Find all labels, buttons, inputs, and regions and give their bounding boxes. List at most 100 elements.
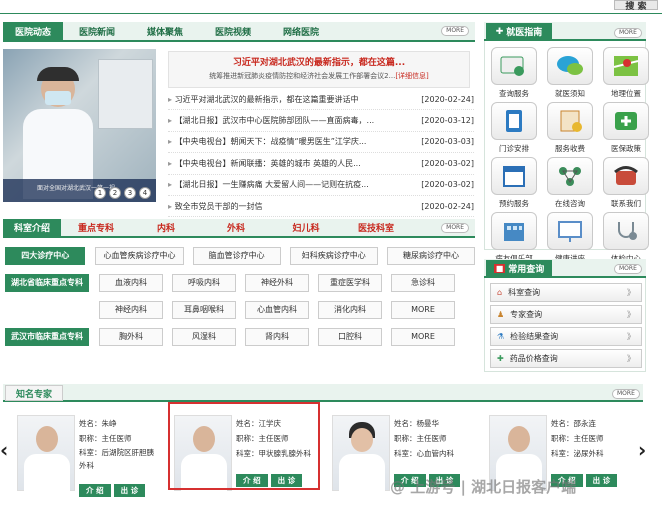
guide-item-location[interactable]: 地理位置 xyxy=(600,47,652,99)
guide-item-checkup[interactable]: 体检中心 xyxy=(600,212,652,264)
headline-title[interactable]: 习近平对湖北武汉的最新指示，都在这篇... xyxy=(168,55,470,68)
dept-button[interactable]: 妇科疾病诊疗中心 xyxy=(289,246,378,265)
news-date: [2020-02-24] xyxy=(421,94,474,104)
chevron-right-icon: 》 xyxy=(627,332,635,341)
tab-medical-tech[interactable]: 医技科室 xyxy=(341,219,411,236)
dept-button[interactable]: 耳鼻咽喉科 xyxy=(172,300,236,319)
guide-item-notice[interactable]: 就医须知 xyxy=(544,47,596,99)
tab-media-focus[interactable]: 媒体聚焦 xyxy=(131,22,199,40)
dept-more-button[interactable]: MORE xyxy=(391,300,455,319)
dept-more-button[interactable]: MORE xyxy=(441,222,469,233)
dept-row-label: 武汉市临床重点专科 xyxy=(5,327,89,346)
guide-item-outpatient[interactable]: 门诊安排 xyxy=(488,102,540,154)
expert-card[interactable]: 姓名：朱峥 职称：主任医师 科室：后湖院区肝胆胰外科 介 绍出 诊 xyxy=(15,412,163,502)
dept-button[interactable]: 心血管疾病诊疗中心 xyxy=(95,246,184,265)
slide-1-button[interactable]: 1 xyxy=(94,187,106,199)
news-item[interactable]: ▸ 【中央电视台】朝闻天下：战疫情“暖男医生”江学庆... [2020-03-03… xyxy=(168,132,474,154)
dept-button[interactable]: 血液内科 xyxy=(99,273,163,292)
dept-button[interactable]: 风湿科 xyxy=(172,327,236,346)
dept-button[interactable]: 神经外科 xyxy=(245,273,309,292)
tab-online-hospital[interactable]: 网络医院 xyxy=(267,22,335,40)
search-button[interactable]: 搜 索 xyxy=(614,0,658,12)
dept-button[interactable]: 肾内科 xyxy=(245,327,309,346)
dept-button[interactable]: 心血管内科 xyxy=(245,300,309,319)
guide-item-query[interactable]: 查询服务 xyxy=(488,47,540,99)
guide-more-button[interactable]: MORE xyxy=(614,28,642,38)
query-more-button[interactable]: MORE xyxy=(614,264,642,274)
intro-button[interactable]: 介 绍 xyxy=(79,484,111,497)
notice-bubble-icon xyxy=(547,47,593,85)
tab-hospital-news[interactable]: 医院新闻 xyxy=(63,22,131,40)
guide-item-label: 查询服务 xyxy=(499,89,529,98)
query-item-label: 药品价格查询 xyxy=(509,354,558,363)
dept-button[interactable]: 呼吸内科 xyxy=(172,273,236,292)
guide-item-lecture[interactable]: 健康讲座 xyxy=(544,212,596,264)
news-item[interactable]: ▸ 致全市党员干部的一封信 [2020-02-24] xyxy=(168,196,474,218)
expert-title-label: 职称： xyxy=(79,434,102,443)
tab-surgery[interactable]: 外科 xyxy=(201,219,271,236)
experts-prev-arrow[interactable]: ‹ xyxy=(0,438,8,462)
query-item-expert[interactable]: ♟ 专家查询 》 xyxy=(490,305,642,324)
news-more-button[interactable]: MORE xyxy=(441,26,469,36)
tab-hospital-video[interactable]: 医院视频 xyxy=(199,22,267,40)
tab-hospital-dynamics[interactable]: 医院动态 xyxy=(3,22,63,40)
guide-item-fees[interactable]: 服务收费 xyxy=(544,102,596,154)
guide-item-contact[interactable]: 联系我们 xyxy=(600,157,652,209)
news-video-image[interactable]: 面对全国对湖北武汉一笑一视 xyxy=(3,49,156,202)
dept-button[interactable]: 胸外科 xyxy=(99,327,163,346)
experts-more-button[interactable]: MORE xyxy=(612,389,640,399)
detail-link[interactable]: [详细信息] xyxy=(395,72,428,80)
query-title-tab: ■ 常用查询 xyxy=(486,260,552,277)
experts-next-arrow[interactable]: › xyxy=(638,438,646,462)
expert-name-label: 姓名： xyxy=(394,419,417,428)
tab-dept-intro[interactable]: 科室介绍 xyxy=(3,219,61,236)
schedule-button[interactable]: 出 诊 xyxy=(113,484,146,497)
query-item-lab-results[interactable]: ⚗ 检验结果查询 》 xyxy=(490,327,642,346)
tab-internal-medicine[interactable]: 内科 xyxy=(131,219,201,236)
dept-button[interactable]: 口腔科 xyxy=(318,327,382,346)
news-title: ▸ 致全市党员干部的一封信 xyxy=(168,201,263,211)
news-item[interactable]: ▸ 【湖北日报】一生赚病痛 大爱留人间——记则在抗疫... [2020-03-02… xyxy=(168,175,474,196)
guide-gear-icon: ✚ xyxy=(495,26,504,37)
slide-3-button[interactable]: 3 xyxy=(124,187,136,199)
expert-title-label: 职称： xyxy=(551,434,574,443)
top-divider xyxy=(0,13,662,14)
guide-item-label: 在线咨询 xyxy=(555,199,585,208)
stethoscope-icon xyxy=(603,212,649,250)
map-icon xyxy=(603,47,649,85)
guide-item-appointment[interactable]: 预约服务 xyxy=(488,157,540,209)
expert-info: 姓名：邵永连 职称：主任医师 科室：泌尿外科 xyxy=(551,416,633,461)
test-tube-icon: ⚗ xyxy=(497,332,505,341)
dept-button[interactable]: 糖尿病诊疗中心 xyxy=(386,246,476,265)
news-item[interactable]: ▸ 习近平对湖北武汉的最新指示，都在这篇重要讲话中 [2020-02-24] xyxy=(168,89,474,111)
chevron-right-icon: 》 xyxy=(627,288,635,297)
news-date: [2020-03-02] xyxy=(421,158,474,168)
query-item-drug-price[interactable]: ✚ 药品价格查询 》 xyxy=(490,349,642,368)
query-item-label: 检验结果查询 xyxy=(510,332,559,341)
tab-gyn-pediatrics[interactable]: 妇儿科 xyxy=(271,219,341,236)
guide-item-insurance[interactable]: 医保政策 xyxy=(600,102,652,154)
expert-info: 姓名：杨曼华 职称：主任医师 科室：心血管内科 xyxy=(394,416,476,461)
news-date: [2020-03-03] xyxy=(421,137,474,147)
slider-pagination: 1 2 3 4 xyxy=(94,187,151,199)
dept-button[interactable]: 脑血管诊疗中心 xyxy=(192,246,281,265)
dept-button[interactable]: 消化内科 xyxy=(318,300,382,319)
tab-key-specialty[interactable]: 重点专科 xyxy=(61,219,131,236)
expert-dept-label: 科室： xyxy=(394,449,417,458)
dept-button[interactable]: 神经内科 xyxy=(99,300,163,319)
guide-item-consult[interactable]: 在线咨询 xyxy=(544,157,596,209)
guide-title-tab: ✚ 就医指南 xyxy=(486,23,552,40)
news-item[interactable]: ▸ 【湖北日报】武汉市中心医院肺部团队——直面病毒，... [2020-03-12… xyxy=(168,110,474,132)
guide-grid: 查询服务 就医须知 地理位置 门诊安排 服务收费 医保政策 预约服务 在线咨询 … xyxy=(488,47,652,264)
guide-item-club[interactable]: 病友俱乐部 xyxy=(488,212,540,264)
slide-2-button[interactable]: 2 xyxy=(109,187,121,199)
dept-more-button[interactable]: MORE xyxy=(391,327,455,346)
query-item-label: 科室查询 xyxy=(508,288,541,297)
slide-4-button[interactable]: 4 xyxy=(139,187,151,199)
dept-button[interactable]: 急诊科 xyxy=(391,273,455,292)
news-item[interactable]: ▸ 【中央电视台】新闻联播：英雄的城市 英雄的人民... [2020-03-02] xyxy=(168,153,474,175)
dept-button[interactable]: 重症医学科 xyxy=(318,273,382,292)
query-icon xyxy=(491,47,537,85)
dept-row: 武汉市临床重点专科 胸外科 风湿科 肾内科 口腔科 MORE xyxy=(5,323,475,350)
query-item-dept[interactable]: ⌂ 科室查询 》 xyxy=(490,283,642,302)
